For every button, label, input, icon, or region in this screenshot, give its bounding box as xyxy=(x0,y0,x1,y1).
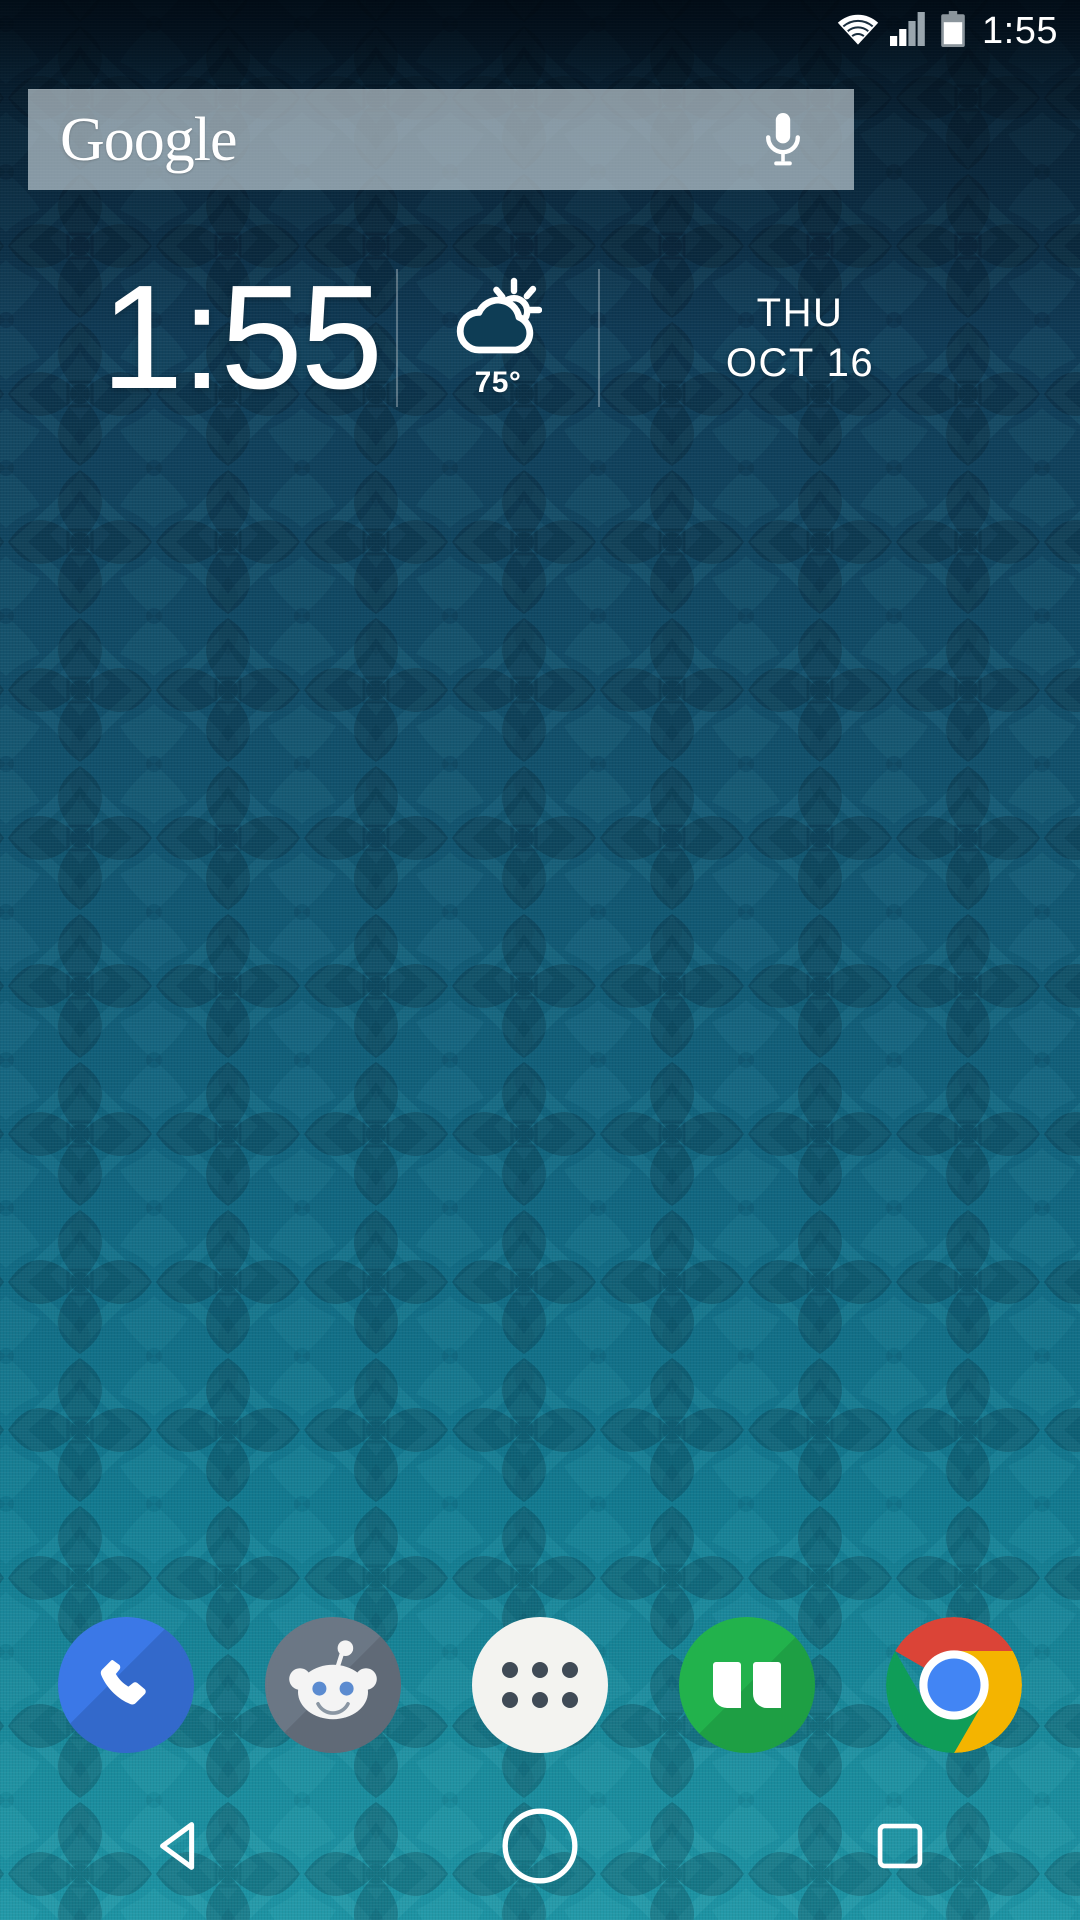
wifi-icon xyxy=(836,12,880,51)
reddit-icon[interactable] xyxy=(264,1617,401,1753)
clock-time[interactable]: 1:55 xyxy=(86,263,396,413)
status-bar-clock: 1:55 xyxy=(982,10,1058,52)
weather-block[interactable]: 75° xyxy=(398,277,598,400)
google-search-bar[interactable]: Google xyxy=(28,89,854,190)
dock-item-phone[interactable] xyxy=(57,1617,194,1753)
phone-icon[interactable] xyxy=(57,1617,194,1753)
app-drawer-dots xyxy=(501,1662,578,1708)
date-weekday: THU xyxy=(756,291,844,335)
dock xyxy=(0,1610,1080,1760)
clock-weather-widget[interactable]: 1:55 75° THU OCT 16 xyxy=(0,258,1080,418)
google-logo: Google xyxy=(60,105,238,174)
date-month-day: OCT 16 xyxy=(725,341,875,385)
dock-item-reddit[interactable] xyxy=(264,1617,401,1753)
home-button[interactable] xyxy=(465,1791,615,1901)
cellular-signal-icon xyxy=(890,11,930,51)
dock-item-chrome[interactable] xyxy=(886,1617,1023,1753)
partly-cloudy-icon xyxy=(454,277,543,360)
back-button[interactable] xyxy=(105,1791,255,1901)
hangouts-icon[interactable] xyxy=(679,1617,816,1753)
chrome-icon[interactable] xyxy=(886,1617,1023,1753)
microphone-icon[interactable] xyxy=(754,105,812,175)
hangouts-quote-marks xyxy=(713,1662,782,1708)
date-block[interactable]: THU OCT 16 xyxy=(600,290,1000,386)
recents-button[interactable] xyxy=(825,1791,975,1901)
navigation-bar xyxy=(0,1772,1080,1920)
battery-icon xyxy=(940,10,966,52)
dock-item-hangouts[interactable] xyxy=(679,1617,816,1753)
app-drawer-icon[interactable] xyxy=(471,1617,608,1753)
home-screen: 1:55 Google 1:55 75° THU OCT 16 xyxy=(0,0,1080,1920)
status-bar[interactable]: 1:55 xyxy=(0,0,1080,62)
weather-temperature: 75° xyxy=(474,365,522,399)
dock-item-app-drawer[interactable] xyxy=(471,1617,608,1753)
